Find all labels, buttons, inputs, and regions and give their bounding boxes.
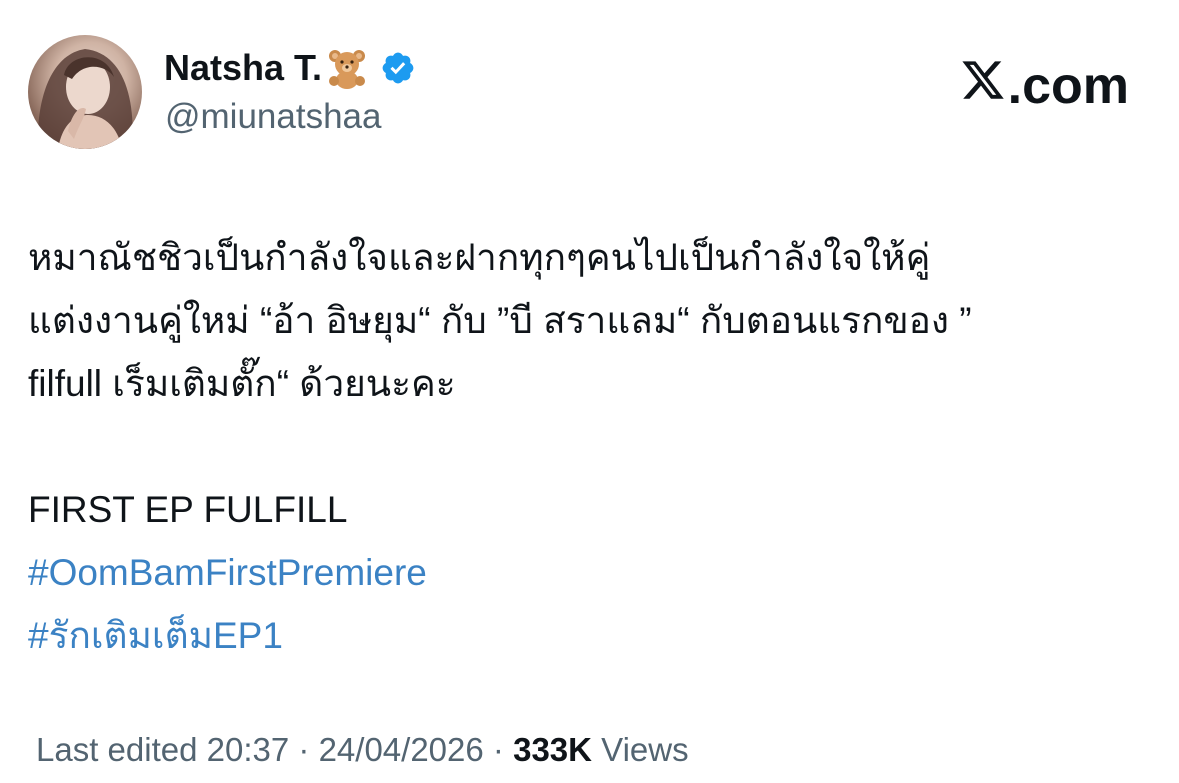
tweet-text: หมาณัชชิวเป็นกำลังใจและฝากทุกๆคนไปเป็นกำ…	[28, 226, 1148, 667]
tweet-line: หมาณัชชิวเป็นกำลังใจและฝากทุกๆคนไปเป็นกำ…	[28, 237, 931, 278]
meta-separator: ·	[492, 731, 504, 768]
x-logo-icon	[960, 56, 1008, 116]
avatar[interactable]	[28, 35, 142, 149]
hashtag-link[interactable]: #OomBamFirstPremiere	[28, 541, 1148, 604]
tweet-date[interactable]: 24/04/2026	[319, 731, 484, 768]
display-name-text: Natsha T.	[164, 47, 323, 88]
display-name[interactable]: Natsha T.	[164, 44, 416, 92]
teddy-bear-icon	[326, 47, 368, 89]
brand-suffix: .com	[1007, 57, 1129, 115]
tweet-metadata: Last edited 20:37 · 24/04/2026 · 333K Vi…	[36, 728, 689, 772]
tweet-line: filfull เร็มเติมตั๊ก“ ด้วยนะคะ	[28, 363, 456, 404]
tweet-time[interactable]: 20:37	[207, 731, 290, 768]
hashtag-link[interactable]: #รักเติมเต็มEP1	[28, 604, 1148, 667]
user-handle[interactable]: @miunatshaa	[165, 95, 381, 139]
brand-watermark: .com	[960, 56, 1129, 116]
verified-badge-icon	[380, 50, 416, 86]
tweet-line: แต่งงานคู่ใหม่ “อ้า อิษยุม“ กับ ”บี สราแ…	[28, 300, 972, 341]
edited-label[interactable]: Last edited	[36, 731, 197, 768]
views-label: Views	[601, 731, 689, 768]
tweet-line-plain: FIRST EP FULFILL	[28, 489, 348, 530]
views-count[interactable]: 333K	[513, 731, 592, 768]
meta-separator: ·	[298, 731, 310, 768]
